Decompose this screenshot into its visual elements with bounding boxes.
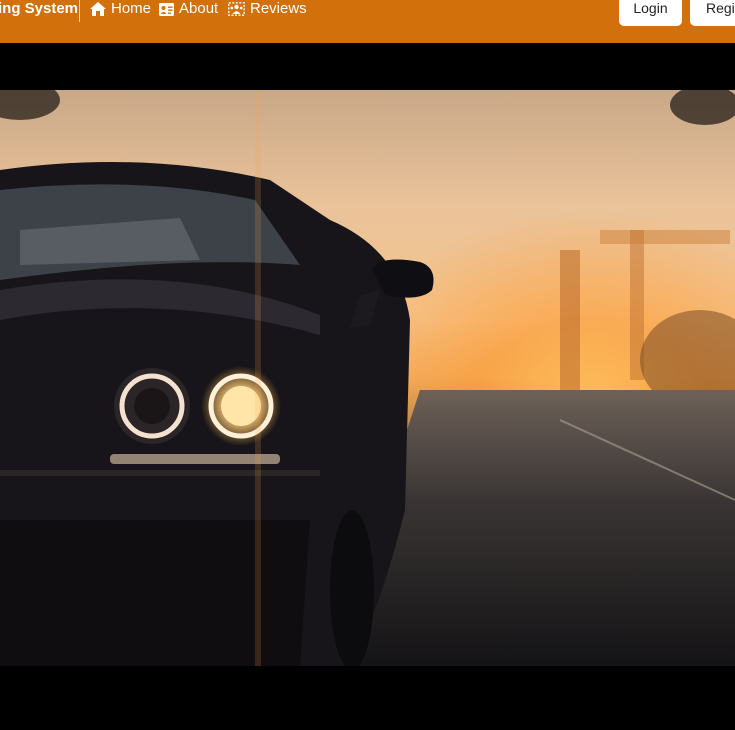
- hero-illustration: [0, 90, 735, 666]
- nav-home-label: Home: [111, 0, 152, 17]
- id-card-icon: [159, 2, 174, 16]
- nav-home[interactable]: Home: [90, 0, 151, 18]
- register-button[interactable]: Regis: [690, 0, 735, 26]
- spacer-strip: [0, 43, 735, 90]
- home-icon: [90, 2, 106, 16]
- nav-about-label: About: [179, 0, 219, 17]
- login-button[interactable]: Login: [619, 0, 682, 26]
- top-navbar: ing System Home About Reviews Login Regi: [0, 0, 735, 43]
- hero-image: [0, 90, 735, 666]
- login-button-label: Login: [633, 0, 668, 16]
- brand-divider: [79, 0, 80, 22]
- nav-reviews-label: Reviews: [250, 0, 307, 17]
- users-icon: [228, 2, 245, 16]
- register-button-label: Regis: [706, 0, 735, 16]
- nav-reviews[interactable]: Reviews: [228, 0, 307, 18]
- brand-title[interactable]: ing System: [0, 0, 78, 18]
- nav-about[interactable]: About: [159, 0, 218, 18]
- bottom-strip: [0, 666, 735, 730]
